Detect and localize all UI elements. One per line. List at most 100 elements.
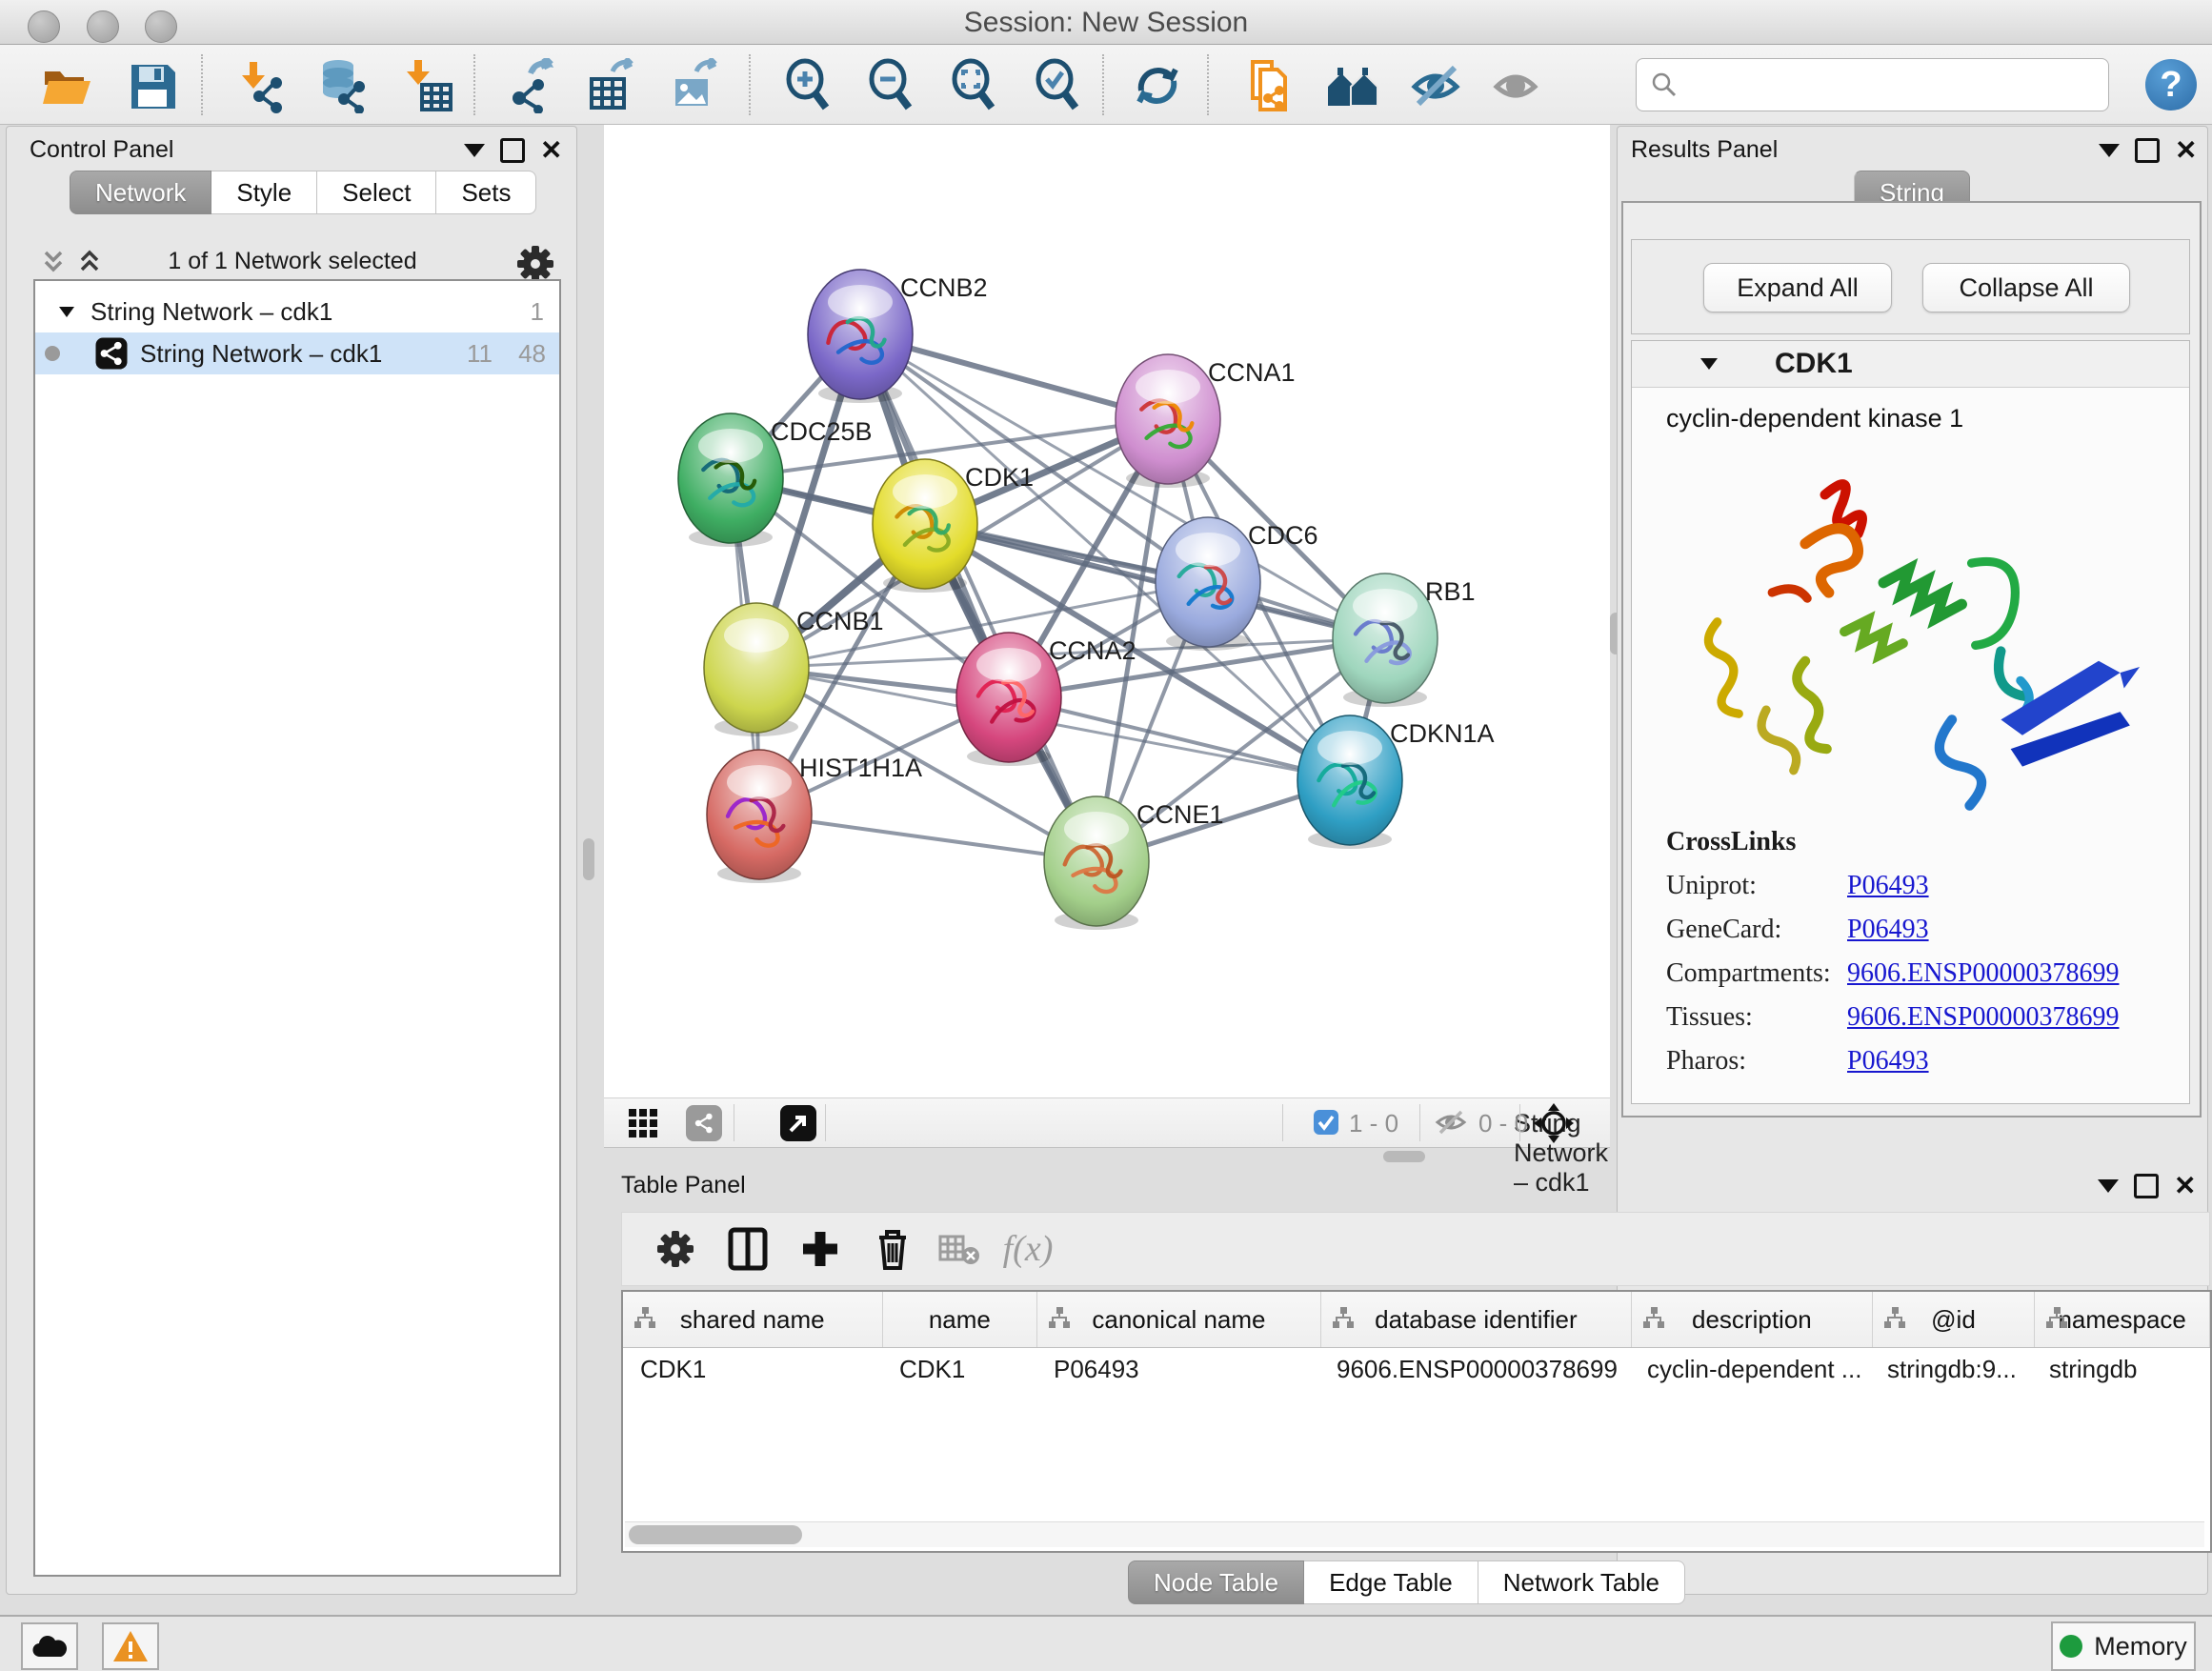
node-label: CDKN1A xyxy=(1390,719,1495,748)
collapse-all-icon[interactable] xyxy=(39,247,68,275)
crosslink-link[interactable]: 9606.ENSP00000378699 xyxy=(1847,958,2119,989)
column-header-name[interactable]: name xyxy=(883,1292,1038,1347)
network-row-selected[interactable]: String Network – cdk1 11 48 xyxy=(35,332,559,374)
panel-float-icon[interactable] xyxy=(500,138,525,163)
panel-close-icon[interactable]: ✕ xyxy=(2174,1177,2196,1196)
crosslink-link[interactable]: 9606.ENSP00000378699 xyxy=(1847,1002,2119,1033)
table-options-gear-icon[interactable] xyxy=(649,1222,702,1276)
network-node-CDC25B[interactable]: CDC25B xyxy=(678,413,873,547)
network-node-CCNB2[interactable]: CCNB2 xyxy=(808,270,988,403)
panel-menu-icon[interactable] xyxy=(464,144,485,157)
tab-network[interactable]: Network xyxy=(70,171,211,214)
import-network-database-button[interactable] xyxy=(314,57,372,114)
table-cell[interactable]: stringdb xyxy=(2032,1347,2206,1391)
open-in-browser-icon[interactable] xyxy=(780,1105,816,1141)
panel-float-icon[interactable] xyxy=(2134,1174,2159,1198)
network-node-HIST1H1A[interactable]: HIST1H1A xyxy=(707,750,922,883)
gene-header-row[interactable]: CDK1 xyxy=(1632,341,2189,388)
column-header-namespace[interactable]: namespace xyxy=(2035,1292,2210,1347)
show-graphics-button[interactable] xyxy=(1488,57,1545,114)
network-view-canvas[interactable]: CCNB2CCNA1CDC25BCDK1CDC6RB1CCNB1CCNA2CDK… xyxy=(604,125,1610,1097)
network-node-CDKN1A[interactable]: CDKN1A xyxy=(1297,715,1495,849)
export-image-button[interactable] xyxy=(667,57,724,114)
string-network-graph[interactable]: CCNB2CCNA1CDC25BCDK1CDC6RB1CCNB1CCNA2CDK… xyxy=(604,125,1610,1097)
table-cell[interactable]: stringdb:9... xyxy=(1870,1347,2032,1391)
column-header-shared-name[interactable]: shared name xyxy=(623,1292,883,1347)
delete-column-icon[interactable] xyxy=(866,1222,919,1276)
hide-unhide-button[interactable] xyxy=(1408,57,1465,114)
open-session-button[interactable] xyxy=(38,57,95,114)
zoom-selected-button[interactable] xyxy=(1029,57,1086,114)
tab-select[interactable]: Select xyxy=(317,171,436,214)
export-network-button[interactable] xyxy=(503,57,560,114)
hidden-eye-slash-icon[interactable] xyxy=(1435,1108,1467,1141)
network-node-RB1[interactable]: RB1 xyxy=(1333,574,1476,707)
zoom-out-button[interactable] xyxy=(862,57,919,114)
string-home-button[interactable] xyxy=(1324,57,1381,114)
scrollbar-thumb[interactable] xyxy=(629,1525,802,1544)
expand-all-icon[interactable] xyxy=(75,247,104,275)
copy-network-button[interactable] xyxy=(1238,57,1296,114)
expand-all-button[interactable]: Expand All xyxy=(1703,263,1892,312)
create-column-icon[interactable] xyxy=(794,1222,847,1276)
toolbar-separator xyxy=(1102,54,1104,115)
zoom-fit-button[interactable] xyxy=(945,57,1002,114)
grid-view-icon[interactable] xyxy=(625,1105,661,1141)
tab-edge-table[interactable]: Edge Table xyxy=(1304,1560,1478,1604)
export-table-button[interactable] xyxy=(583,57,640,114)
save-session-button[interactable] xyxy=(124,57,181,114)
birdseye-navigator-icon[interactable] xyxy=(1533,1102,1575,1149)
panel-menu-icon[interactable] xyxy=(2099,144,2120,157)
network-node-CCNA1[interactable]: CCNA1 xyxy=(1116,354,1296,488)
results-panel-window-controls: ✕ xyxy=(2099,138,2197,163)
tree-expander-icon[interactable] xyxy=(56,301,77,322)
table-cell[interactable]: cyclin-dependent ... xyxy=(1630,1347,1870,1391)
table-cell[interactable]: CDK1 xyxy=(623,1347,882,1391)
network-share-icon xyxy=(94,336,129,371)
table-row[interactable]: CDK1CDK1P064939606.ENSP00000378699cyclin… xyxy=(623,1347,2210,1391)
panel-close-icon[interactable]: ✕ xyxy=(540,141,562,160)
apply-layout-button[interactable] xyxy=(1129,57,1186,114)
network-node-CCNB1[interactable]: CCNB1 xyxy=(704,603,884,736)
column-header-database-identifier[interactable]: database identifier xyxy=(1321,1292,1632,1347)
column-header-canonical-name[interactable]: canonical name xyxy=(1037,1292,1320,1347)
network-edges xyxy=(731,334,1385,861)
column-header-description[interactable]: description xyxy=(1632,1292,1873,1347)
show-columns-icon[interactable] xyxy=(721,1222,774,1276)
network-node-count: 11 xyxy=(467,339,493,369)
crosslink-link[interactable]: P06493 xyxy=(1847,1046,1929,1077)
zoom-in-button[interactable] xyxy=(779,57,836,114)
results-panel-title: Results Panel xyxy=(1631,136,1778,164)
table-cell[interactable]: P06493 xyxy=(1036,1347,1319,1391)
table-cell[interactable]: CDK1 xyxy=(882,1347,1036,1391)
gene-symbol: CDK1 xyxy=(1775,348,1853,380)
network-share-badge-icon[interactable] xyxy=(686,1105,722,1141)
crosslink-label: Compartments: xyxy=(1666,958,1847,989)
warnings-button[interactable] xyxy=(102,1622,159,1670)
search-input[interactable] xyxy=(1686,70,2099,101)
network-node-CCNE1[interactable]: CCNE1 xyxy=(1044,796,1224,930)
crosslink-link[interactable]: P06493 xyxy=(1847,915,1929,945)
node-label: CDK1 xyxy=(965,463,1034,492)
import-network-file-button[interactable] xyxy=(233,57,291,114)
column-header-@id[interactable]: @id xyxy=(1873,1292,2036,1347)
memory-button[interactable]: Memory xyxy=(2051,1621,2196,1671)
import-table-button[interactable] xyxy=(400,57,457,114)
panel-close-icon[interactable]: ✕ xyxy=(2175,141,2197,160)
splitter-handle[interactable] xyxy=(583,838,594,880)
table-horizontal-scrollbar[interactable] xyxy=(625,1521,2204,1547)
panel-float-icon[interactable] xyxy=(2135,138,2160,163)
selected-checkbox-icon[interactable] xyxy=(1313,1109,1339,1136)
tab-node-table[interactable]: Node Table xyxy=(1128,1560,1304,1604)
cloud-status-button[interactable] xyxy=(21,1622,78,1670)
help-button[interactable]: ? xyxy=(2145,59,2197,111)
panel-menu-icon[interactable] xyxy=(2098,1179,2119,1193)
crosslink-link[interactable]: P06493 xyxy=(1847,871,1929,901)
tab-style[interactable]: Style xyxy=(211,171,317,214)
tab-sets[interactable]: Sets xyxy=(436,171,536,214)
gene-expander-icon[interactable] xyxy=(1699,354,1719,373)
network-collection-row[interactable]: String Network – cdk1 1 xyxy=(35,291,559,332)
table-cell[interactable]: 9606.ENSP00000378699 xyxy=(1319,1347,1630,1391)
tab-network-table[interactable]: Network Table xyxy=(1478,1560,1685,1604)
collapse-all-button[interactable]: Collapse All xyxy=(1922,263,2130,312)
